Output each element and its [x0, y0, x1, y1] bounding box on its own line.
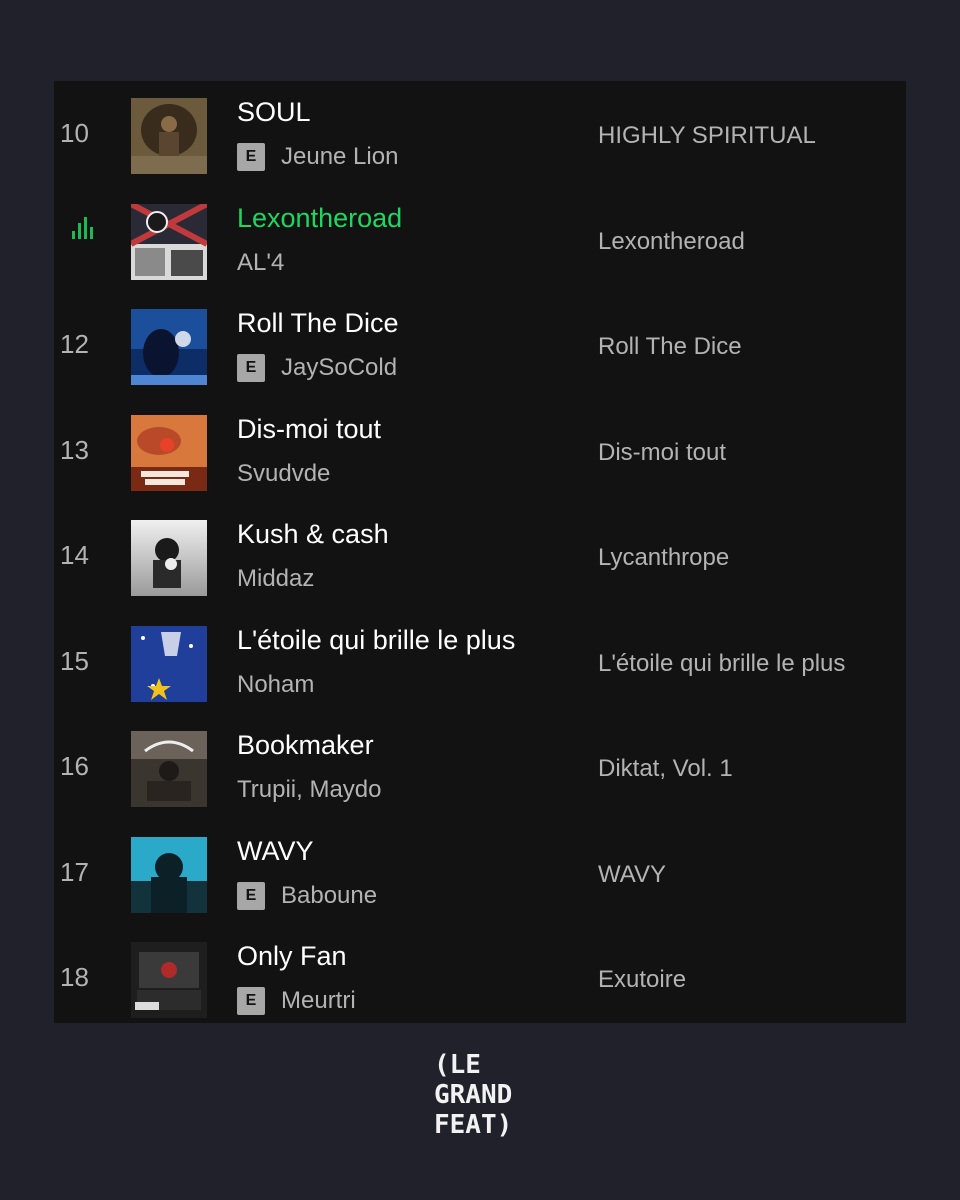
album-cover — [131, 309, 207, 385]
track-title[interactable]: Kush & cash — [237, 519, 389, 550]
explicit-badge: E — [237, 881, 265, 910]
track-album[interactable]: L'étoile qui brille le plus — [598, 609, 845, 719]
track-number: 14 — [60, 540, 89, 570]
album-cover — [131, 942, 207, 1018]
track-row[interactable]: 10 SOUL E Jeune Lion HIGHLY SPIRITUAL — [54, 81, 906, 187]
track-row[interactable]: 12 Roll The Dice E JaySoCold Roll The Di… — [54, 292, 906, 398]
track-album[interactable]: Dis-moi tout — [598, 398, 726, 508]
track-row[interactable]: 17 WAVY E Baboune WAVY — [54, 820, 906, 926]
track-subtitle: E Jeune Lion — [237, 143, 398, 171]
track-artist[interactable]: AL'4 — [237, 249, 284, 277]
track-subtitle: Trupii, Maydo — [237, 776, 382, 804]
track-row[interactable]: 14 Kush & cash Middaz Lycanthrope — [54, 503, 906, 609]
equalizer-icon — [72, 215, 100, 239]
album-cover — [131, 836, 207, 913]
track-subtitle: Svudvde — [237, 460, 330, 488]
tracklist: 10 SOUL E Jeune Lion HIGHLY SPIRITUAL Le… — [54, 81, 906, 1023]
album-cover — [131, 731, 207, 807]
track-subtitle: Noham — [237, 671, 314, 699]
explicit-badge: E — [237, 354, 265, 382]
logo-line: (LE — [434, 1050, 481, 1080]
track-title[interactable]: Only Fan — [237, 941, 347, 972]
album-cover — [131, 98, 207, 174]
track-title[interactable]: WAVY — [237, 836, 314, 867]
logo-line: FEAT) — [434, 1110, 513, 1140]
track-artist[interactable]: Jeune Lion — [281, 143, 398, 171]
album-cover — [131, 625, 207, 702]
track-subtitle: E Meurtri — [237, 987, 356, 1015]
track-title[interactable]: L'étoile qui brille le plus — [237, 625, 515, 656]
le-grand-feat-logo: (LE GRAND FEAT) — [434, 1050, 544, 1140]
track-number: 17 — [60, 856, 89, 887]
track-number: 12 — [60, 329, 89, 359]
track-album[interactable]: Roll The Dice — [598, 292, 742, 402]
track-subtitle: E Baboune — [237, 881, 377, 910]
track-artist[interactable]: Baboune — [281, 882, 377, 910]
track-subtitle: Middaz — [237, 565, 314, 593]
track-number: 13 — [60, 434, 89, 465]
track-artist[interactable]: Trupii, Maydo — [237, 776, 382, 804]
track-number: 10 — [60, 118, 89, 148]
explicit-badge: E — [237, 987, 265, 1015]
track-album[interactable]: Lycanthrope — [598, 503, 729, 613]
track-number: 15 — [60, 645, 89, 676]
track-title[interactable]: SOUL — [237, 97, 311, 128]
track-number: 18 — [60, 962, 89, 992]
track-title[interactable]: Dis-moi tout — [237, 414, 381, 445]
album-cover — [131, 414, 207, 491]
track-row[interactable]: 16 Bookmaker Trupii, Maydo Diktat, Vol. … — [54, 714, 906, 820]
track-subtitle: E JaySoCold — [237, 354, 397, 382]
track-artist[interactable]: Middaz — [237, 565, 314, 593]
track-row[interactable]: 13 Dis-moi tout Svudvde Dis-moi tout — [54, 398, 906, 504]
track-row[interactable]: Lexontheroad AL'4 Lexontheroad — [54, 187, 906, 293]
album-cover — [131, 520, 207, 596]
track-row[interactable]: 18 Only Fan E Meurtri Exutoire — [54, 925, 906, 1023]
track-album[interactable]: HIGHLY SPIRITUAL — [598, 81, 816, 191]
track-title[interactable]: Roll The Dice — [237, 308, 399, 339]
track-subtitle: AL'4 — [237, 249, 284, 277]
track-artist[interactable]: Meurtri — [281, 987, 356, 1015]
track-row[interactable]: 15 L'étoile qui brille le plus Noham L'é… — [54, 609, 906, 715]
track-title[interactable]: Bookmaker — [237, 730, 374, 761]
track-artist[interactable]: JaySoCold — [281, 354, 397, 382]
track-title[interactable]: Lexontheroad — [237, 203, 402, 234]
album-cover — [131, 203, 207, 280]
track-album[interactable]: Lexontheroad — [598, 187, 745, 297]
track-album[interactable]: WAVY — [598, 820, 666, 930]
track-album[interactable]: Diktat, Vol. 1 — [598, 714, 733, 824]
track-number: 16 — [60, 751, 89, 781]
logo-line: GRAND — [434, 1080, 513, 1110]
track-artist[interactable]: Noham — [237, 671, 314, 699]
track-artist[interactable]: Svudvde — [237, 460, 330, 488]
track-album[interactable]: Exutoire — [598, 925, 686, 1023]
explicit-badge: E — [237, 143, 265, 171]
